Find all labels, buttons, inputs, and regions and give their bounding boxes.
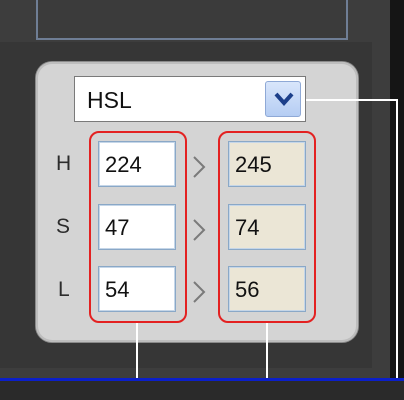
input-h-field[interactable]: 224 — [98, 141, 176, 187]
callout-line-dropdown — [306, 99, 398, 101]
color-mode-select[interactable]: HSL — [74, 76, 306, 122]
color-mode-value: HSL — [87, 87, 132, 113]
screenshot-stage: HSL H 224 245 S 47 74 L 54 56 — [0, 0, 404, 400]
upper-panel-frame — [36, 0, 348, 40]
chevron-right-icon — [193, 219, 206, 241]
row-label-l: L — [58, 278, 70, 301]
chevron-right-icon — [193, 281, 206, 303]
output-s-field: 74 — [228, 204, 306, 250]
input-s-field[interactable]: 47 — [98, 204, 176, 250]
output-l-field: 56 — [228, 266, 306, 312]
chevron-right-icon — [193, 156, 206, 178]
input-l-field[interactable]: 54 — [98, 266, 176, 312]
bottom-bar — [0, 381, 404, 400]
chevron-down-icon — [274, 92, 294, 107]
callout-line-dropdown-vertical — [396, 99, 398, 399]
dropdown-toggle-button[interactable] — [265, 81, 301, 117]
row-label-s: S — [56, 215, 71, 238]
row-label-h: H — [56, 152, 72, 175]
output-h-field: 245 — [228, 141, 306, 187]
